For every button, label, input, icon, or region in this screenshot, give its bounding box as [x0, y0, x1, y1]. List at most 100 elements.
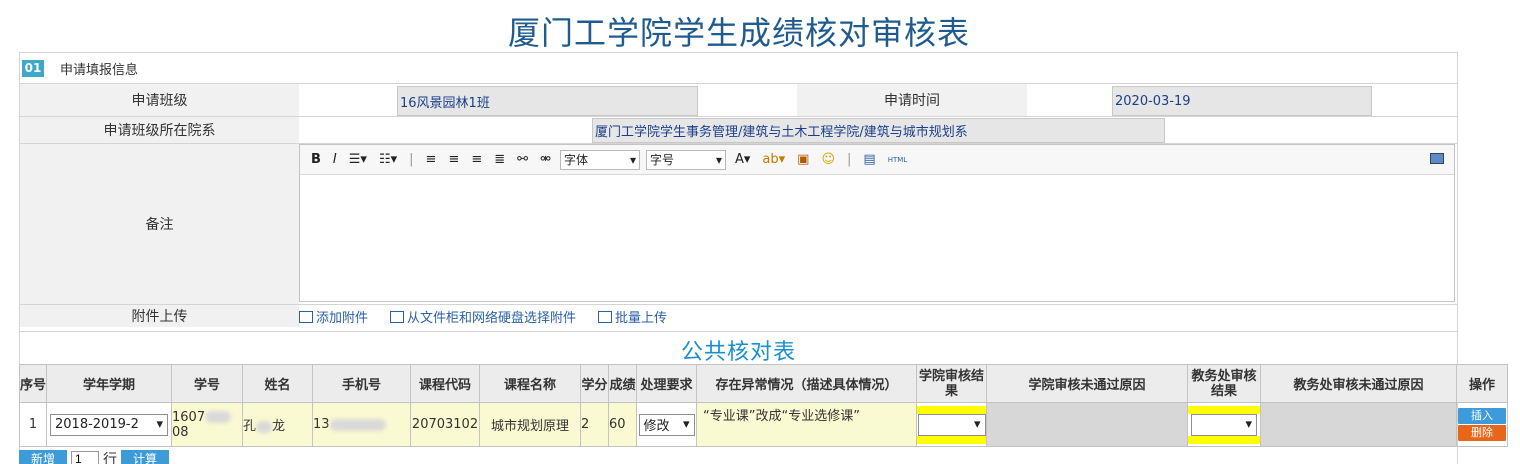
col-header: 操作 [1456, 364, 1509, 403]
required-highlight [917, 405, 986, 414]
align-justify-icon[interactable]: ≣ [491, 152, 508, 167]
ordered-list-icon[interactable]: ☰▾ [346, 152, 370, 167]
col-header: 学院审核未通过原因 [986, 364, 1189, 403]
bold-button[interactable]: B [308, 152, 324, 167]
term-select[interactable]: 2018-2019-2 ▾ [50, 413, 169, 436]
phone-prefix: 13 [313, 417, 330, 432]
col-header: 序号 [18, 364, 48, 403]
course-code-cell[interactable]: 20703102 [410, 402, 481, 447]
table-icon[interactable]: ▤ [860, 152, 878, 167]
required-highlight [1188, 435, 1260, 444]
office-result-select[interactable]: ▾ [1191, 413, 1258, 436]
credit-cell[interactable]: 2 [580, 402, 610, 447]
phone-cell[interactable]: 13 [312, 402, 412, 447]
student-id-suffix: 08 [172, 424, 189, 440]
required-highlight [917, 435, 986, 444]
emoji-icon[interactable]: ☺ [818, 152, 838, 167]
highlight-color-icon[interactable]: ab▾ [759, 152, 788, 167]
row-count-input[interactable] [71, 450, 100, 464]
class-time-row: 申请班级 16风景园林1班 申请时间 2020-03-19 [20, 83, 1457, 116]
align-left-icon[interactable]: ≡ [423, 152, 440, 167]
batch-upload-label: 批量上传 [615, 311, 668, 326]
page-title: 厦门工学院学生成绩核对审核表 [507, 14, 970, 52]
chevron-down-icon: ▾ [629, 152, 636, 167]
font-size-value: 字号 [649, 153, 674, 167]
office-result-cell: ▾ [1187, 402, 1262, 447]
toolbar-divider: | [409, 152, 414, 167]
align-center-icon[interactable]: ≡ [445, 152, 462, 167]
unlink-icon[interactable]: ⚮ [537, 152, 554, 167]
anomaly-cell[interactable]: “专业课”改成“专业选修课” [696, 402, 918, 447]
score-cell[interactable]: 60 [608, 402, 638, 447]
row-index: 1 [18, 402, 48, 447]
attach-row: 附件上传 [20, 304, 1457, 331]
row-unit-label: 行 [103, 452, 118, 464]
redacted-mark [256, 420, 273, 433]
public-table-title: 公共核对表 [20, 331, 1457, 367]
delete-row-button[interactable]: 删除 [1458, 425, 1507, 441]
link-icon[interactable]: ⚯ [514, 152, 531, 167]
col-header: 成绩 [608, 364, 638, 403]
upload-icon [598, 310, 613, 323]
term-cell: 2018-2019-2 ▾ [46, 402, 173, 447]
col-header: 学分 [580, 364, 610, 403]
col-header: 学年学期 [46, 364, 173, 403]
operation-cell: 插入 删除 [1456, 402, 1509, 447]
font-size-select[interactable]: 字号 ▾ [645, 149, 726, 170]
course-name-cell[interactable]: 城市规划原理 [479, 402, 582, 447]
italic-button[interactable]: I [330, 152, 340, 167]
add-row-button[interactable]: 新增 [19, 450, 68, 464]
attachment-links: 添加附件 从文件柜和网络硬盘选择附件 批量上传 [299, 307, 667, 326]
office-reason-cell[interactable] [1260, 402, 1458, 447]
col-header: 课程名称 [479, 364, 582, 403]
section-label: 申请填报信息 [60, 62, 139, 78]
insert-row-button[interactable]: 插入 [1458, 408, 1507, 424]
action-req-select[interactable]: 修改 ▾ [638, 413, 695, 436]
college-reason-cell[interactable] [986, 402, 1189, 447]
remark-editor[interactable]: B I ☰▾ ☷▾ | ≡ ≡ ≡ ≣ ⚯ ⚮ 字体 ▾ 字号 ▾ A▾ ab▾ ▣… [299, 144, 1455, 302]
add-attachment-icon [299, 310, 313, 323]
calculate-button[interactable]: 计算 [121, 450, 170, 464]
remark-label: 备注 [20, 144, 299, 304]
image-icon[interactable]: ▣ [794, 152, 812, 167]
col-header: 学院审核结果 [916, 364, 988, 403]
section-number: 01 [22, 59, 44, 77]
college-result-select[interactable]: ▾ [917, 413, 986, 436]
add-attachment-link[interactable]: 添加附件 [299, 307, 368, 326]
table-footer: 新增 行 计算 [19, 449, 170, 464]
dept-row: 申请班级所在院系 厦门工学院学生事务管理/建筑与土木工程学院/建筑与城市规划系 [20, 116, 1457, 143]
chevron-down-icon: ▾ [156, 417, 164, 432]
col-header: 课程代码 [410, 364, 481, 403]
section-header: 01 申请填报信息 [20, 57, 138, 79]
student-name-cell[interactable]: 孔龙 [242, 402, 314, 447]
col-header: 教务处审核未通过原因 [1260, 364, 1458, 403]
redacted-mark [205, 411, 232, 423]
class-label: 申请班级 [20, 84, 299, 116]
chevron-down-icon: ▾ [1245, 417, 1253, 432]
cabinet-attachment-link[interactable]: 从文件柜和网络硬盘选择附件 [390, 307, 576, 326]
student-id-prefix: 1607 [172, 409, 206, 425]
toolbar-divider: | [847, 152, 852, 167]
student-id-cell[interactable]: 1607 08 [171, 402, 244, 447]
font-family-select[interactable]: 字体 ▾ [559, 149, 640, 170]
font-family-value: 字体 [563, 153, 588, 167]
html-source-button[interactable]: HTML [885, 156, 910, 164]
unordered-list-icon[interactable]: ☷▾ [376, 152, 400, 167]
college-result-cell: ▾ [916, 402, 988, 447]
dept-field[interactable]: 厦门工学院学生事务管理/建筑与土木工程学院/建筑与城市规划系 [592, 118, 1165, 143]
time-field[interactable]: 2020-03-19 [1112, 86, 1372, 116]
col-header: 处理要求 [636, 364, 698, 403]
table-row: 1 2018-2019-2 ▾ 1607 08 孔龙 13 20703102 城市… [18, 402, 1509, 447]
editor-toolbar: B I ☰▾ ☷▾ | ≡ ≡ ≡ ≣ ⚯ ⚮ 字体 ▾ 字号 ▾ A▾ ab▾ ▣… [300, 145, 1454, 175]
font-color-button[interactable]: A▾ [732, 152, 753, 167]
fullscreen-icon[interactable] [1430, 153, 1444, 164]
action-req-value: 修改 [643, 419, 670, 434]
col-header: 姓名 [242, 364, 314, 403]
col-header: 学号 [171, 364, 244, 403]
col-header: 教务处审核结果 [1187, 364, 1262, 403]
batch-upload-link[interactable]: 批量上传 [598, 307, 667, 326]
dept-label: 申请班级所在院系 [20, 117, 299, 143]
align-right-icon[interactable]: ≡ [468, 152, 485, 167]
class-field[interactable]: 16风景园林1班 [397, 86, 698, 116]
required-highlight [1188, 405, 1260, 414]
